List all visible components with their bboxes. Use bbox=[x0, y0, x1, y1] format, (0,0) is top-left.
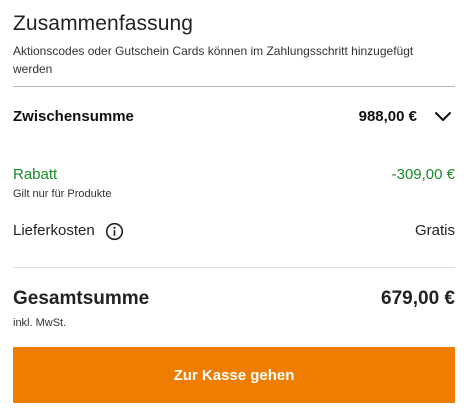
shipping-label: Lieferkosten bbox=[13, 222, 95, 239]
chevron-down-icon[interactable] bbox=[434, 110, 452, 124]
shipping-value: Gratis bbox=[414, 222, 455, 239]
discount-value: -309,00 € bbox=[391, 166, 455, 183]
checkout-button[interactable]: Zur Kasse gehen bbox=[13, 347, 455, 403]
summary-title: Zusammenfassung bbox=[13, 12, 194, 35]
discount-label: Rabatt bbox=[13, 166, 58, 183]
voucher-hint: Aktionscodes oder Gutschein Cards können… bbox=[13, 44, 414, 76]
subtotal-label: Zwischensumme bbox=[13, 108, 134, 125]
total-label: Gesamtsumme bbox=[13, 288, 150, 309]
discount-note: Gilt nur für Produkte bbox=[13, 188, 112, 200]
info-icon[interactable] bbox=[105, 222, 124, 241]
vat-note: inkl. MwSt. bbox=[13, 317, 67, 329]
total-value: 679,00 € bbox=[381, 288, 455, 309]
divider bbox=[13, 267, 455, 268]
divider bbox=[13, 86, 455, 87]
subtotal-value: 988,00 € bbox=[358, 108, 417, 125]
